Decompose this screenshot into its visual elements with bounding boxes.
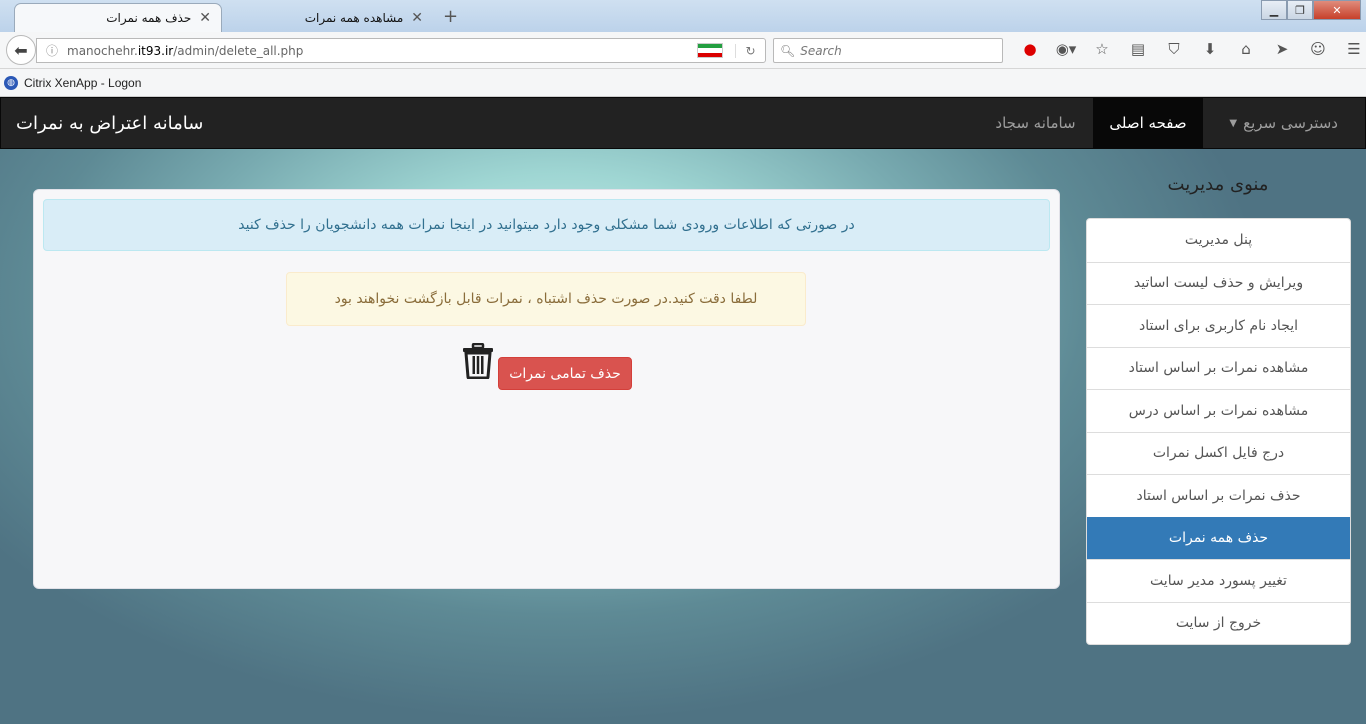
sidebar-item-delete-all[interactable]: حذف همه نمرات [1087, 516, 1350, 559]
new-tab-icon[interactable]: + [443, 6, 458, 27]
toolbar-icons: ● ◉▾ ☆ ▤ ⛉ ⬇ ⌂ ➤ ☺ ☰ [1012, 40, 1366, 60]
reader-icon[interactable]: ▤ [1120, 40, 1156, 60]
flag-icon [697, 43, 723, 58]
bookmark-citrix[interactable]: Citrix XenApp - Logon [24, 76, 141, 90]
home-icon[interactable]: ⌂ [1228, 40, 1264, 60]
admin-menu: پنل مدیریت ویرایش و حذف لیست اساتید ایجا… [1086, 218, 1351, 645]
star-icon[interactable]: ☆ [1084, 40, 1120, 60]
tab-view-all-grades[interactable]: مشاهده همه نمرات ✕ [224, 3, 434, 32]
search-input[interactable]: 🔍︎ Search [773, 38, 1003, 63]
url-path: /admin/delete_all.php [173, 43, 304, 58]
sidebar-item-logout[interactable]: خروج از سایت [1087, 601, 1350, 645]
minimize-icon[interactable]: ▁ [1261, 0, 1287, 20]
caret-down-icon: ▼ [1229, 117, 1238, 129]
close-tab-icon[interactable]: ✕ [411, 10, 423, 26]
site-brand[interactable]: سامانه اعتراض به نمرات [16, 113, 203, 134]
search-placeholder: Search [800, 43, 842, 58]
send-icon[interactable]: ➤ [1264, 40, 1300, 60]
tab-title: مشاهده همه نمرات [304, 11, 404, 25]
info-alert: در صورتی که اطلاعات ورودی شما مشکلی وجود… [43, 199, 1050, 251]
addon-icon[interactable]: ◉▾ [1048, 40, 1084, 60]
sidebar-heading: منوی مدیریت [1167, 174, 1269, 195]
nav-sajad-label: سامانه سجاد [995, 114, 1076, 132]
delete-all-grades-button[interactable]: حذف تمامی نمرات [498, 357, 632, 390]
warning-alert: لطفا دقت کنید.در صورت حذف اشتباه ، نمرات… [286, 272, 806, 326]
nav-quick-access-label: دسترسی سریع [1243, 114, 1338, 132]
maximize-icon[interactable]: ❐ [1287, 0, 1313, 20]
tab-delete-all-grades[interactable]: حذف همه نمرات ✕ [14, 3, 222, 32]
smiley-icon[interactable]: ☺ [1300, 40, 1336, 60]
menu-icon[interactable]: ☰ [1336, 40, 1366, 60]
download-icon[interactable]: ⬇ [1192, 40, 1228, 60]
trash-icon [463, 343, 493, 379]
sidebar-item-create-professor-user[interactable]: ایجاد نام کاربری برای استاد [1087, 304, 1350, 347]
info-icon[interactable]: ⓘ [37, 42, 67, 59]
record-icon[interactable]: ● [1012, 40, 1048, 60]
sidebar-item-edit-professors[interactable]: ویرایش و حذف لیست اساتید [1087, 261, 1350, 305]
tab-title: حذف همه نمرات [106, 11, 192, 25]
url-bar[interactable]: ⓘ manochehr.it93.ir/admin/delete_all.php… [36, 38, 766, 63]
sidebar-item-grades-by-course[interactable]: مشاهده نمرات بر اساس درس [1087, 389, 1350, 432]
citrix-icon: ◍ [4, 75, 18, 90]
close-window-icon[interactable]: ✕ [1313, 0, 1361, 20]
sidebar-item-grades-by-professor[interactable]: مشاهده نمرات بر اساس استاد [1087, 346, 1350, 390]
sidebar-item-change-password[interactable]: تغییر پسورد مدیر سایت [1087, 559, 1350, 602]
pocket-icon[interactable]: ⛉ [1156, 40, 1192, 60]
url-domain: it93.ir [137, 43, 174, 58]
bookmarks-bar: ◍ Citrix XenApp - Logon [0, 69, 1366, 97]
sidebar-item-delete-by-professor[interactable]: حذف نمرات بر اساس استاد [1087, 474, 1350, 517]
close-tab-icon[interactable]: ✕ [199, 10, 211, 26]
url-prefix: manochehr. [67, 43, 138, 58]
nav-home[interactable]: صفحه اصلی [1093, 97, 1203, 149]
back-icon[interactable]: ⬅ [6, 35, 36, 65]
url-text[interactable]: manochehr.it93.ir/admin/delete_all.php [67, 44, 697, 58]
reload-icon[interactable]: ↻ [735, 43, 765, 58]
nav-quick-access[interactable]: دسترسی سریع ▼ [1203, 97, 1353, 149]
search-icon: 🔍︎ [780, 43, 796, 58]
sidebar-item-upload-excel[interactable]: درج فایل اکسل نمرات [1087, 431, 1350, 475]
nav-home-label: صفحه اصلی [1109, 114, 1187, 132]
sidebar-item-admin-panel[interactable]: پنل مدیریت [1087, 219, 1350, 262]
nav-sajad[interactable]: سامانه سجاد [978, 97, 1093, 149]
